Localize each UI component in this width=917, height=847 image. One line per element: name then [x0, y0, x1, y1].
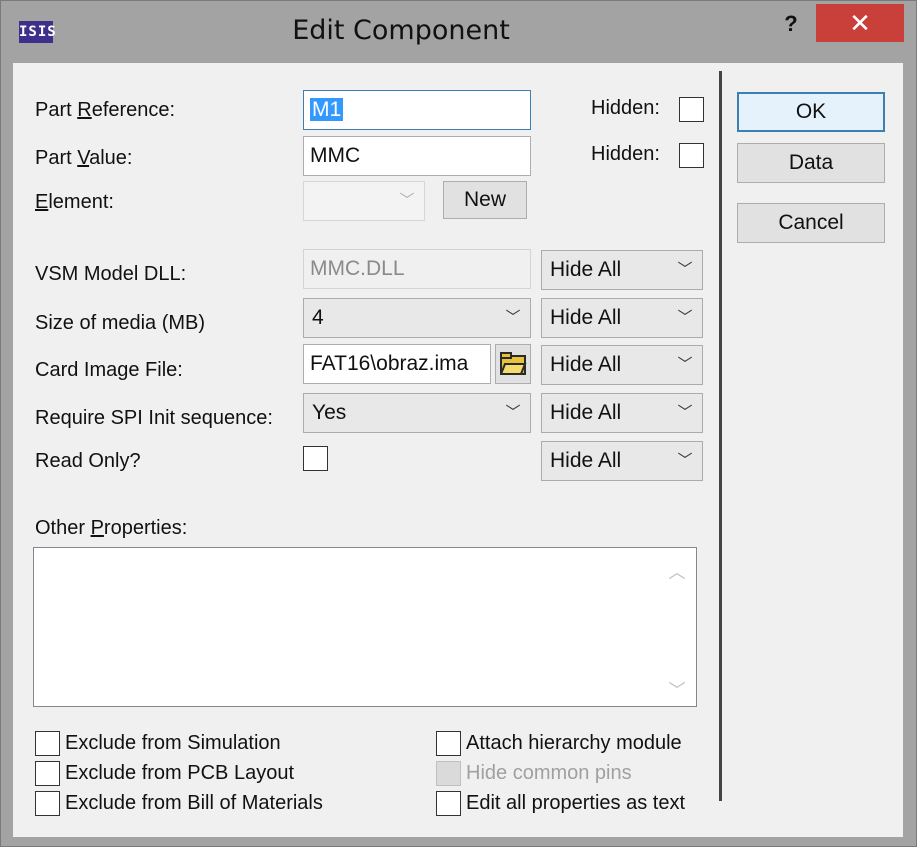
part-reference-hidden-label: Hidden: — [591, 97, 660, 119]
chevron-down-icon: ﹀ — [677, 404, 693, 421]
vsm-model-dll-input[interactable]: MMC.DLL — [303, 249, 531, 289]
data-button[interactable]: Data — [737, 143, 885, 183]
new-element-button[interactable]: New — [443, 181, 527, 219]
edit-component-dialog: ISIS Edit Component ? ✕ Part Reference: … — [0, 0, 917, 847]
window-title: Edit Component — [292, 15, 510, 46]
part-value-hidden-label: Hidden: — [591, 143, 660, 165]
size-of-media-visibility-dropdown[interactable]: Hide All ﹀ — [541, 298, 703, 338]
part-value-input[interactable]: MMC — [303, 136, 531, 176]
part-reference-input[interactable]: M1 — [303, 90, 531, 130]
hide-common-pins-label: Hide common pins — [466, 762, 632, 784]
element-dropdown[interactable]: ﹀ — [303, 181, 425, 221]
scroll-up-icon[interactable]: ︿ — [664, 558, 690, 583]
size-of-media-dropdown[interactable]: 4 ﹀ — [303, 298, 531, 338]
exclude-pcb-layout-label: Exclude from PCB Layout — [65, 762, 294, 784]
card-image-file-visibility-dropdown[interactable]: Hide All ﹀ — [541, 345, 703, 385]
vsm-model-dll-visibility-dropdown[interactable]: Hide All ﹀ — [541, 250, 703, 290]
help-button[interactable]: ? — [771, 9, 811, 43]
vertical-separator — [719, 71, 722, 801]
part-value-label: Part Value: — [35, 147, 133, 169]
vsm-model-dll-label: VSM Model DLL: — [35, 263, 187, 285]
chevron-down-icon: ﹀ — [677, 452, 693, 469]
hide-common-pins-checkbox[interactable] — [436, 761, 461, 786]
exclude-simulation-checkbox[interactable] — [35, 731, 60, 756]
chevron-down-icon: ﹀ — [399, 192, 415, 209]
browse-file-button[interactable] — [495, 344, 531, 384]
title-bar[interactable]: ISIS Edit Component ? ✕ — [1, 1, 916, 63]
cancel-button[interactable]: Cancel — [737, 203, 885, 243]
chevron-down-icon: ﹀ — [505, 404, 521, 421]
close-icon: ✕ — [849, 8, 871, 38]
close-button[interactable]: ✕ — [816, 4, 904, 42]
exclude-pcb-layout-checkbox[interactable] — [35, 761, 60, 786]
part-reference-label: Part Reference: — [35, 99, 176, 121]
ok-button[interactable]: OK — [737, 92, 885, 132]
chevron-down-icon: ﹀ — [677, 261, 693, 278]
exclude-bom-checkbox[interactable] — [35, 791, 60, 816]
size-of-media-label: Size of media (MB) — [35, 312, 206, 334]
edit-as-text-label: Edit all properties as text — [466, 792, 685, 814]
read-only-label: Read Only? — [35, 450, 141, 472]
edit-as-text-checkbox[interactable] — [436, 791, 461, 816]
element-label: Element: — [35, 191, 114, 213]
attach-hierarchy-label: Attach hierarchy module — [466, 732, 682, 754]
card-image-file-label: Card Image File: — [35, 359, 183, 381]
read-only-checkbox[interactable] — [303, 446, 328, 471]
read-only-visibility-dropdown[interactable]: Hide All ﹀ — [541, 441, 703, 481]
part-reference-hidden-checkbox[interactable] — [679, 97, 704, 122]
attach-hierarchy-checkbox[interactable] — [436, 731, 461, 756]
require-spi-init-visibility-dropdown[interactable]: Hide All ﹀ — [541, 393, 703, 433]
card-image-file-input[interactable]: FAT16\obraz.ima — [303, 344, 491, 384]
folder-icon — [500, 352, 527, 375]
other-properties-textarea[interactable]: ︿ ﹀ — [33, 547, 697, 707]
require-spi-init-dropdown[interactable]: Yes ﹀ — [303, 393, 531, 433]
chevron-down-icon: ﹀ — [677, 309, 693, 326]
exclude-bom-label: Exclude from Bill of Materials — [65, 792, 323, 814]
part-value-hidden-checkbox[interactable] — [679, 143, 704, 168]
exclude-simulation-label: Exclude from Simulation — [65, 732, 281, 754]
require-spi-init-label: Require SPI Init sequence: — [35, 407, 273, 429]
chevron-down-icon: ﹀ — [677, 356, 693, 373]
chevron-down-icon: ﹀ — [505, 309, 521, 326]
other-properties-label: Other Properties: — [35, 517, 188, 539]
dialog-body: Part Reference: M1 Hidden: Part Value: M… — [13, 63, 903, 837]
scroll-down-icon[interactable]: ﹀ — [664, 676, 690, 701]
